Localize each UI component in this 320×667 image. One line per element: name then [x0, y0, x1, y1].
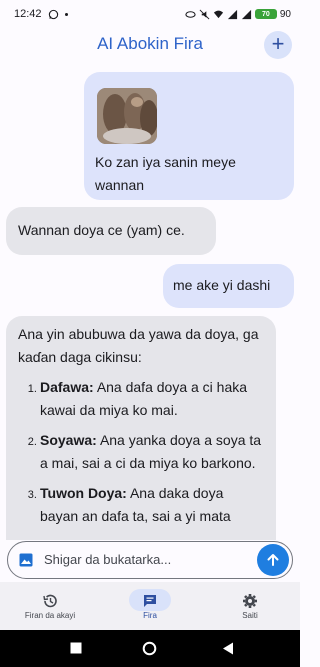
user-image-message: Ko zan iya sanin meye wannan — [84, 72, 294, 200]
list-item-title: Soyawa: — [40, 432, 97, 448]
arrow-up-icon — [267, 554, 279, 566]
signal-icon-2 — [241, 9, 251, 19]
user-image-caption: Ko zan iya sanin meye wannan — [95, 154, 236, 193]
chat-icon — [144, 595, 156, 607]
message-input[interactable]: Shigar da bukatarka... — [44, 552, 171, 567]
dot-icon — [64, 12, 68, 16]
battery-percent: 90 — [279, 8, 291, 20]
use-list: Dafawa: Ana dafa doya a ci haka kawai da… — [18, 376, 264, 528]
message-input-bar[interactable]: Shigar da bukatarka... — [7, 541, 293, 579]
yam-photo[interactable] — [97, 88, 157, 144]
home-button[interactable] — [142, 641, 157, 656]
list-item: Tuwon Doya: Ana daka doya bayan an dafa … — [40, 482, 264, 528]
wifi-icon — [213, 10, 223, 18]
nav-chat-label: Fira — [143, 611, 157, 620]
status-time: 12:42 — [14, 8, 42, 20]
nav-history-label: Firan da akayi — [24, 611, 76, 620]
status-bar: 12:42 70 90 — [0, 0, 300, 28]
bot-message-intro: Ana yin abubuwa da yawa da doya, ga kaɗa… — [18, 326, 259, 365]
user-message: me ake yi dashi — [163, 264, 294, 308]
battery-icon: 70 — [254, 9, 277, 19]
history-icon — [43, 594, 57, 608]
bottom-nav: Firan da akayi Fira Saiti — [0, 582, 300, 630]
app-header: AI Abokin Fira + — [0, 28, 300, 68]
bot-message-list: Ana yin abubuwa da yawa da doya, ga kaɗa… — [6, 316, 276, 540]
chat-area[interactable]: Ko zan iya sanin meye wannan Wannan doya… — [0, 68, 300, 540]
link-icon — [185, 10, 196, 18]
list-item: Soyawa: Ana yanka doya a soya ta a mai, … — [40, 429, 264, 475]
mute-icon — [199, 9, 210, 19]
bot-message: Wannan doya ce (yam) ce. — [6, 207, 216, 255]
system-nav-bar — [0, 630, 300, 667]
recent-apps-button[interactable] — [70, 642, 82, 654]
list-item: Dafawa: Ana dafa doya a ci haka kawai da… — [40, 376, 264, 422]
list-item-title: Dafawa: — [40, 379, 94, 395]
signal-icon — [227, 9, 237, 19]
gear-icon — [243, 594, 257, 608]
whatsapp-icon — [48, 9, 58, 19]
nav-settings[interactable]: Saiti — [200, 582, 300, 630]
page-title: AI Abokin Fira — [97, 34, 203, 53]
send-button[interactable] — [257, 544, 289, 576]
nav-history[interactable]: Firan da akayi — [0, 582, 100, 630]
image-attach-icon[interactable] — [19, 553, 33, 567]
new-chat-button[interactable]: + — [264, 31, 292, 59]
back-button[interactable] — [222, 642, 234, 655]
nav-chat[interactable]: Fira — [100, 582, 200, 630]
nav-settings-label: Saiti — [242, 611, 258, 620]
list-item-title: Tuwon Doya: — [40, 485, 127, 501]
